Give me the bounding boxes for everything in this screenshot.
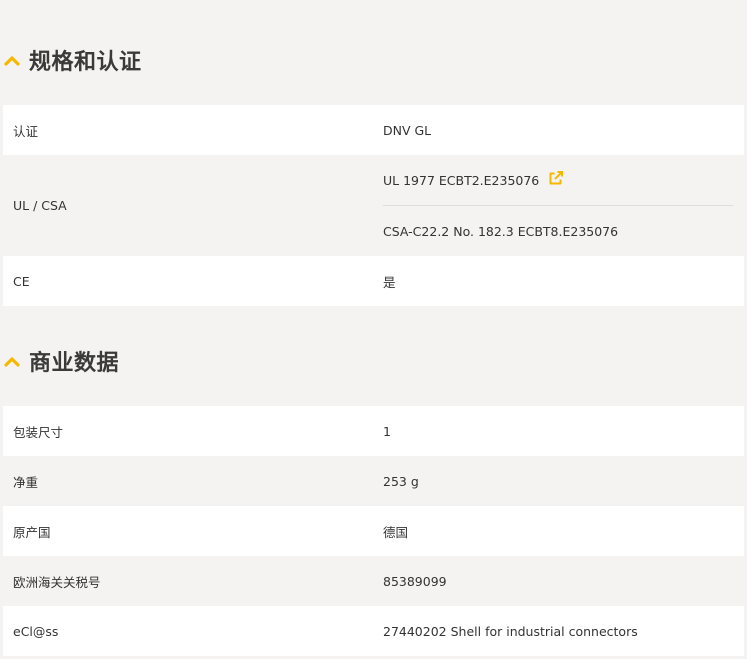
- row-label: CE: [13, 273, 30, 289]
- certifications-table: 认证 DNV GL UL / CSA UL 1977 ECBT2.E235076…: [3, 105, 744, 306]
- row-label: 净重: [13, 474, 39, 490]
- row-label: eCl@ss: [13, 623, 59, 639]
- section-header-commercial[interactable]: 商业数据: [4, 344, 119, 378]
- section-header-certifications[interactable]: 规格和认证: [4, 43, 142, 77]
- row-value: 85389099: [383, 573, 447, 589]
- row-value: DNV GL: [383, 122, 432, 138]
- ul-certificate-text: UL 1977 ECBT2.E235076: [383, 172, 540, 188]
- row-value: 是: [383, 274, 396, 290]
- table-row: 认证 DNV GL: [3, 105, 744, 155]
- row-label: 原产国: [13, 524, 51, 540]
- row-subvalue: UL 1977 ECBT2.E235076: [383, 155, 733, 206]
- table-row: eCl@ss 27440202 Shell for industrial con…: [3, 606, 744, 656]
- section-title: 商业数据: [29, 351, 120, 376]
- row-value: 德国: [383, 524, 409, 540]
- row-value-group: UL 1977 ECBT2.E235076 CSA-C22.2 No. 182.…: [373, 155, 744, 256]
- chevron-up-icon[interactable]: [4, 355, 20, 367]
- table-row: 欧洲海关关税号 85389099: [3, 556, 744, 606]
- chevron-up-icon[interactable]: [4, 54, 20, 66]
- table-row: 净重 253 g: [3, 456, 744, 506]
- row-label: 包装尺寸: [13, 424, 64, 440]
- section-title: 规格和认证: [29, 50, 142, 75]
- table-row: CE 是: [3, 256, 744, 306]
- row-value: 253 g: [383, 473, 419, 489]
- csa-certificate-text: CSA-C22.2 No. 182.3 ECBT8.E235076: [383, 223, 619, 239]
- table-row: 原产国 德国: [3, 506, 744, 556]
- table-row: UL / CSA UL 1977 ECBT2.E235076 CSA-C22.2…: [3, 155, 744, 256]
- external-link-icon[interactable]: [548, 170, 564, 186]
- table-row: 包装尺寸 1: [3, 406, 744, 456]
- row-value: 1: [383, 423, 391, 439]
- row-value: 27440202 Shell for industrial connectors: [383, 623, 638, 639]
- commercial-table: 包装尺寸 1 净重 253 g 原产国 德国 欧洲海关关税号 85389099 …: [3, 406, 744, 656]
- row-label: 认证: [13, 123, 39, 139]
- row-subvalue: CSA-C22.2 No. 182.3 ECBT8.E235076: [383, 206, 733, 256]
- row-label: UL / CSA: [13, 198, 67, 213]
- row-label: 欧洲海关关税号: [13, 574, 101, 590]
